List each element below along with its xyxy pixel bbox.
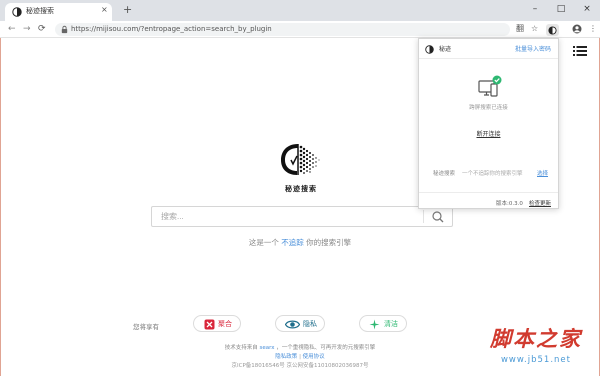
eye-icon bbox=[285, 320, 300, 329]
maximize-button[interactable]: □ bbox=[549, 2, 573, 16]
search-divider bbox=[423, 210, 424, 223]
tagline: 这是一个 不追踪 你的搜索引擎 bbox=[200, 237, 400, 248]
lock-icon bbox=[61, 25, 68, 34]
extension-popup: 秘迹 批量导入密码 跨屏搜索已连接 断开连接 秘迹搜索 一个不追踪你的搜索引擎 … bbox=[418, 38, 559, 209]
browser-toolbar: ← → ⟳ https://mijisou.com/?entropage_act… bbox=[0, 21, 600, 38]
disconnect-link[interactable]: 断开连接 bbox=[419, 129, 558, 138]
tagline-suffix: 你的搜索引擎 bbox=[306, 238, 352, 247]
popup-divider bbox=[419, 192, 558, 193]
footer-icp: 京ICP备18016546号 京公网安备11010802036987号 bbox=[231, 363, 369, 369]
tab-strip: 秘迹搜索 × + – □ × bbox=[0, 0, 600, 21]
bookmark-star-icon[interactable]: ☆ bbox=[531, 23, 538, 35]
url-text: https://mijisou.com/?entropage_action=se… bbox=[71, 25, 272, 33]
footer-suffix: ，一个重視隐私、可再开发的元搜索引擎 bbox=[276, 345, 376, 351]
check-update-link[interactable]: 检查更新 bbox=[529, 199, 551, 207]
search-icon[interactable] bbox=[428, 209, 448, 225]
version-text: 版本:0.3.0 bbox=[496, 201, 523, 207]
feature-label: 隐私 bbox=[303, 320, 317, 328]
clean-sparkle-icon bbox=[369, 319, 380, 330]
mijisou-popup-logo-icon bbox=[425, 45, 434, 54]
search-engine-desc: 一个不追踪你的搜索引擎 bbox=[462, 171, 523, 177]
tab-title: 秘迹搜索 bbox=[26, 7, 54, 15]
terms-of-use-link[interactable]: 使用协议 bbox=[303, 354, 325, 360]
mijisou-extension-button[interactable] bbox=[546, 24, 559, 36]
brand-name: 秘迹搜索 bbox=[285, 185, 317, 193]
search-engine-label: 秘迹搜索 bbox=[433, 171, 456, 177]
address-bar[interactable]: https://mijisou.com/?entropage_action=se… bbox=[55, 23, 510, 36]
footer-tech-support: 技术支持来自 searx ，一个重視隐私、可再开发的元搜索引擎 bbox=[150, 343, 450, 351]
mijisou-extension-icon bbox=[548, 25, 557, 35]
batch-import-passwords-link[interactable]: 批量导入密码 bbox=[515, 45, 551, 54]
select-engine-link[interactable]: 选择 bbox=[537, 169, 548, 177]
searx-link[interactable]: searx bbox=[260, 345, 275, 351]
feature-clean-button[interactable]: 清洁 bbox=[359, 315, 407, 332]
chrome-menu-icon[interactable]: ⋮ bbox=[589, 23, 597, 35]
no-tracking-link[interactable]: 不追踪 bbox=[281, 238, 304, 247]
search-input[interactable] bbox=[152, 207, 422, 226]
mijisou-favicon-icon bbox=[12, 7, 22, 17]
new-tab-button[interactable]: + bbox=[123, 3, 132, 17]
watermark: 脚本之家 www.jb51.net bbox=[478, 326, 594, 372]
popup-title: 秘迹 bbox=[439, 46, 452, 53]
footer-prefix: 技术支持来自 bbox=[224, 345, 258, 351]
cross-screen-status: 跨屏搜索已连接 bbox=[469, 105, 508, 111]
watermark-title: 脚本之家 bbox=[490, 326, 582, 351]
privacy-policy-link[interactable]: 隐私政策 bbox=[275, 354, 297, 360]
footer-separator: | bbox=[299, 354, 301, 360]
reload-button[interactable]: ⟳ bbox=[38, 23, 46, 35]
footer-links: 隐私政策 | 使用协议 bbox=[150, 352, 450, 360]
close-window-button[interactable]: × bbox=[575, 2, 599, 16]
feature-aggregate-button[interactable]: 聚合 bbox=[193, 315, 241, 332]
minimize-button[interactable]: – bbox=[523, 2, 547, 16]
tab-mijisou[interactable]: 秘迹搜索 × bbox=[5, 3, 112, 21]
translate-icon[interactable]: 翻 bbox=[516, 23, 524, 35]
aggregate-icon bbox=[204, 319, 215, 330]
search-box bbox=[151, 206, 453, 227]
devices-connected-icon bbox=[478, 75, 502, 97]
profile-avatar-icon[interactable] bbox=[572, 24, 582, 34]
watermark-url: www.jb51.net bbox=[500, 355, 571, 365]
hamburger-menu-icon[interactable] bbox=[573, 45, 587, 57]
popup-divider bbox=[419, 58, 558, 59]
back-button[interactable]: ← bbox=[8, 23, 16, 35]
feature-label: 清洁 bbox=[384, 320, 398, 328]
feature-label: 聚合 bbox=[218, 320, 232, 328]
you-will-enjoy-label: 您将享有 bbox=[133, 323, 159, 331]
tab-close-icon[interactable]: × bbox=[101, 5, 108, 14]
tagline-prefix: 这是一个 bbox=[248, 238, 279, 247]
feature-privacy-button[interactable]: 隐私 bbox=[275, 315, 325, 332]
mijisou-logo-icon bbox=[281, 144, 320, 175]
forward-button[interactable]: → bbox=[23, 23, 31, 35]
